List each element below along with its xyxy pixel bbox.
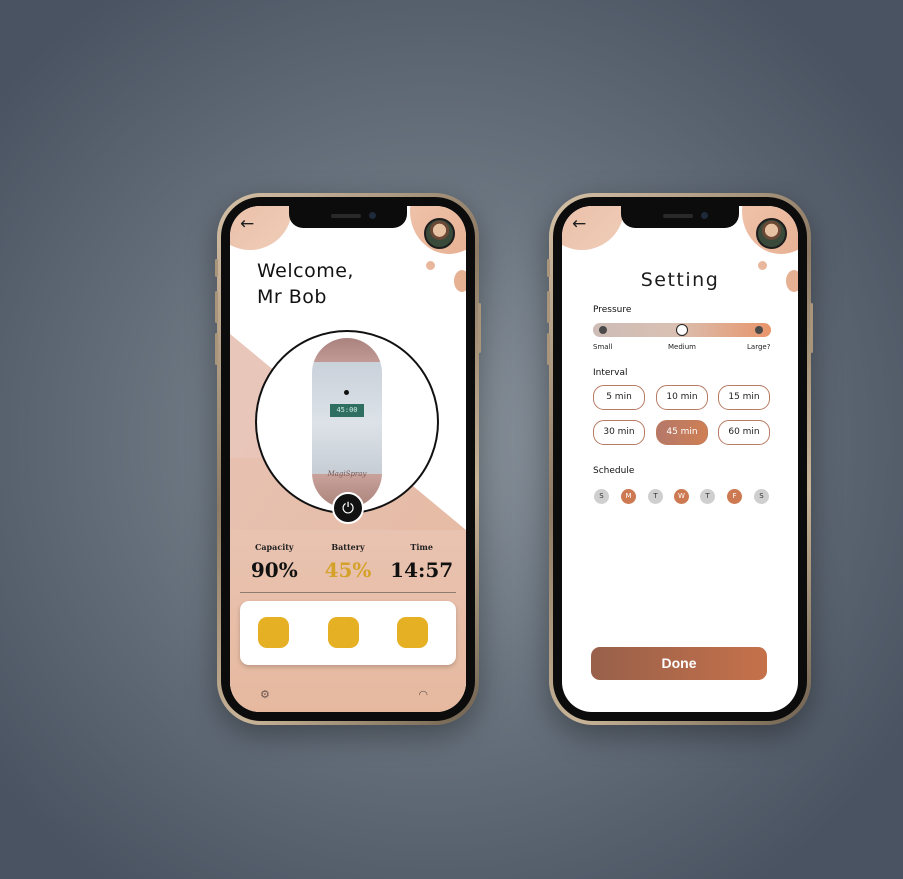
day-toggle-sun[interactable]: S — [594, 489, 609, 504]
page-title: Setting — [640, 269, 720, 291]
done-button[interactable]: Done — [591, 647, 767, 680]
stat-value: 90% — [250, 558, 298, 582]
day-toggle-fri[interactable]: F — [727, 489, 742, 504]
interval-chip-5[interactable]: 5 min — [593, 385, 645, 410]
stats-row: Capacity 90% Battery 45% Time 14:57 — [238, 542, 458, 582]
day-toggle-thu[interactable]: T — [700, 489, 715, 504]
quick-action-button-2[interactable] — [328, 617, 359, 648]
front-camera — [369, 212, 376, 219]
pressure-stop-large[interactable] — [755, 326, 763, 334]
back-arrow-icon[interactable]: ← — [240, 216, 254, 233]
stat-label: Time — [410, 542, 433, 552]
notch — [289, 206, 407, 228]
phone-settings: MagiSpray ← Setting Pressure Small Mediu… — [547, 193, 813, 725]
volume-up-button — [547, 291, 550, 323]
interval-chip-30[interactable]: 30 min — [593, 420, 645, 445]
home-screen: MagiSpray ← Welcome, Mr Bob 45:00 MagiSp… — [230, 206, 466, 712]
silent-switch — [547, 259, 550, 277]
volume-down-button — [215, 333, 218, 365]
schedule-label: Schedule — [593, 466, 635, 476]
decor-dot — [454, 270, 466, 292]
silent-switch — [215, 259, 218, 277]
device-brand: MagiSpray — [327, 470, 367, 478]
interval-chip-60[interactable]: 60 min — [718, 420, 770, 445]
pressure-label-small: Small — [593, 343, 613, 351]
pressure-label: Pressure — [593, 305, 632, 315]
power-side-button — [810, 303, 813, 353]
speaker — [331, 214, 361, 218]
day-toggle-wed[interactable]: W — [674, 489, 689, 504]
power-side-button — [478, 303, 481, 353]
stat-label: Battery — [331, 542, 365, 552]
pressure-stop-small[interactable] — [599, 326, 607, 334]
interval-label: Interval — [593, 368, 628, 378]
front-camera — [701, 212, 708, 219]
avatar[interactable] — [424, 218, 455, 249]
quick-actions-panel — [240, 601, 456, 665]
spray-device-image: 45:00 MagiSpray — [312, 338, 382, 508]
settings-screen: MagiSpray ← Setting Pressure Small Mediu… — [562, 206, 798, 712]
day-toggle-tue[interactable]: T — [648, 489, 663, 504]
welcome-heading: Welcome, Mr Bob — [257, 258, 354, 310]
volume-up-button — [215, 291, 218, 323]
device-preview: 45:00 MagiSpray — [255, 330, 439, 514]
welcome-line2: Mr Bob — [257, 286, 327, 308]
device-display: 45:00 — [330, 404, 364, 417]
stat-battery: Battery 45% — [312, 542, 385, 582]
stat-capacity: Capacity 90% — [238, 542, 311, 582]
interval-chip-10[interactable]: 10 min — [656, 385, 708, 410]
settings-gear-icon[interactable]: ⚙ — [260, 688, 270, 701]
quick-action-button-1[interactable] — [258, 617, 289, 648]
speaker — [663, 214, 693, 218]
volume-down-button — [547, 333, 550, 365]
notch — [621, 206, 739, 228]
stat-label: Capacity — [255, 542, 294, 552]
pressure-label-medium: Medium — [668, 343, 696, 351]
pressure-slider[interactable] — [593, 323, 771, 337]
quick-action-button-3[interactable] — [397, 617, 428, 648]
decor-dot — [426, 261, 435, 270]
interval-chip-45[interactable]: 45 min — [656, 420, 708, 445]
stat-value: 14:57 — [390, 558, 454, 582]
phone-home: MagiSpray ← Welcome, Mr Bob 45:00 MagiSp… — [215, 193, 481, 725]
pressure-label-large: Large? — [747, 343, 771, 351]
avatar[interactable] — [756, 218, 787, 249]
welcome-line1: Welcome, — [257, 260, 354, 282]
back-arrow-icon[interactable]: ← — [572, 216, 586, 233]
stat-time: Time 14:57 — [385, 542, 458, 582]
day-toggle-sat[interactable]: S — [754, 489, 769, 504]
stat-value: 45% — [324, 558, 372, 582]
day-toggle-mon[interactable]: M — [621, 489, 636, 504]
power-icon: ⏻ — [342, 499, 354, 517]
device-sensor — [344, 390, 349, 395]
divider — [240, 592, 456, 593]
interval-chip-15[interactable]: 15 min — [718, 385, 770, 410]
wifi-icon[interactable]: ◠ — [418, 688, 428, 701]
power-button[interactable]: ⏻ — [332, 492, 364, 524]
pressure-stop-medium[interactable] — [676, 324, 688, 336]
